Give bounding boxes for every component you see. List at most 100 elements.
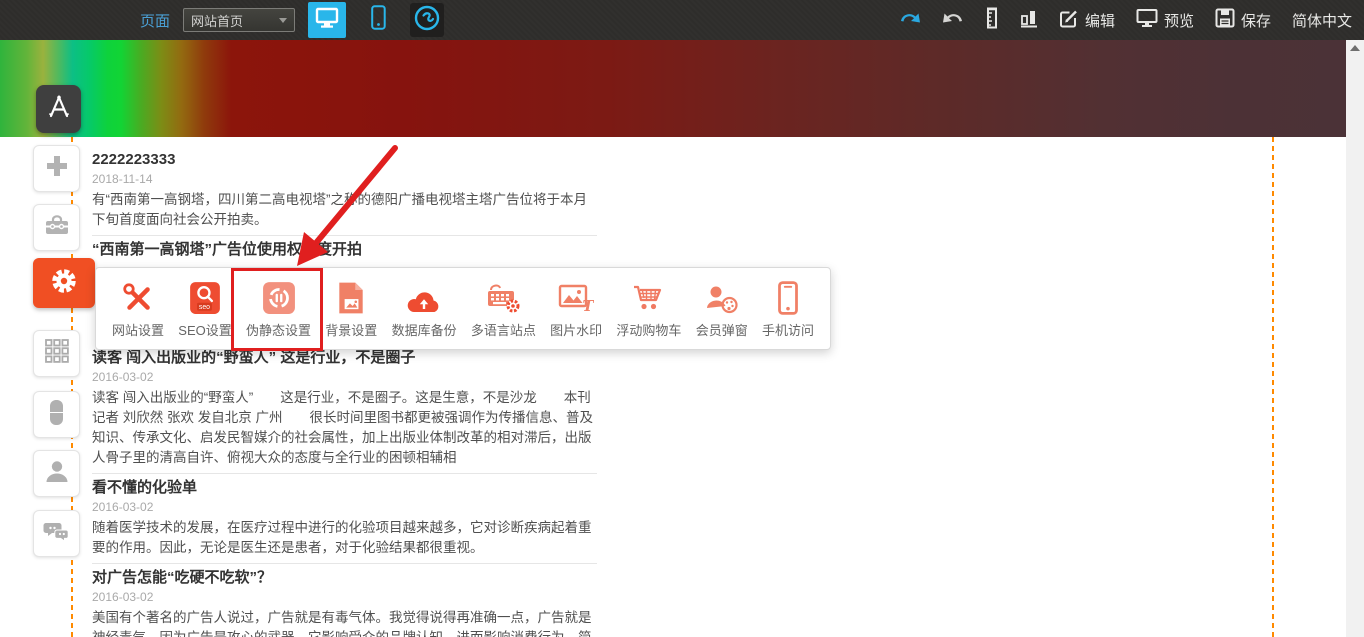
database-backup-icon bbox=[405, 279, 443, 315]
page-label: 页面 bbox=[140, 10, 170, 31]
toolbox-icon bbox=[43, 212, 71, 243]
top-toolbar: 页面 网站首页 bbox=[0, 0, 1364, 40]
save-floppy-icon bbox=[1215, 8, 1235, 32]
popup-item-database-backup[interactable]: 数据库备份 bbox=[392, 279, 457, 339]
sidebar-item-app-market[interactable] bbox=[36, 85, 81, 133]
chevron-down-icon bbox=[279, 18, 287, 23]
article-title: “西南第一高钢塔”广告位使用权首度开拍 bbox=[92, 240, 597, 259]
redo-button[interactable] bbox=[942, 10, 964, 31]
language-selector[interactable]: 简体中文 bbox=[1292, 10, 1352, 31]
popup-item-seo-settings[interactable]: seo SEO设置 bbox=[178, 279, 231, 339]
ruler-button[interactable] bbox=[985, 7, 999, 34]
popup-item-multilanguage-site[interactable]: 多语言站点 bbox=[471, 279, 536, 339]
sidebar-item-toolbox[interactable] bbox=[33, 204, 80, 251]
popup-item-member-popup[interactable]: 会员弹窗 bbox=[696, 279, 748, 339]
ruler-icon bbox=[985, 7, 999, 34]
link-icon bbox=[413, 4, 441, 37]
floating-cart-icon bbox=[631, 279, 667, 315]
article-list: 2222223333 2018-11-14 有“西南第一高钢塔，四川第二高电视塔… bbox=[92, 150, 597, 637]
multilanguage-site-icon bbox=[485, 279, 521, 315]
preview-button[interactable]: 预览 bbox=[1136, 8, 1194, 32]
article-excerpt: 随着医学技术的发展，在医疗过程中进行的化验项目越来越多，它对诊断疾病起着重要的作… bbox=[92, 518, 597, 558]
widgets-clover-icon bbox=[43, 399, 70, 431]
member-person-icon bbox=[44, 458, 70, 489]
bar-chart-icon bbox=[1020, 8, 1038, 33]
popup-item-label: SEO设置 bbox=[178, 320, 231, 339]
page-selector-dropdown[interactable]: 网站首页 bbox=[183, 8, 295, 32]
article-excerpt: 读客 闯入出版业的“野蛮人” 这是行业，不是圈子。这是生意，不是沙龙 本刊记者 … bbox=[92, 388, 597, 468]
popup-item-label: 多语言站点 bbox=[471, 320, 536, 339]
site-banner-image[interactable] bbox=[0, 40, 1346, 137]
divider bbox=[92, 563, 597, 564]
svg-text:T: T bbox=[583, 297, 595, 315]
article-title: 2222223333 bbox=[92, 150, 597, 169]
undo-button[interactable] bbox=[899, 10, 921, 31]
sidebar-item-member[interactable] bbox=[33, 450, 80, 497]
popup-item-label: 浮动购物车 bbox=[616, 320, 681, 339]
article-item-1: 2222223333 2018-11-14 有“西南第一高钢塔，四川第二高电视塔… bbox=[92, 150, 597, 236]
article-date: 2016-03-02 bbox=[92, 370, 597, 384]
preview-label: 预览 bbox=[1164, 10, 1194, 31]
member-popup-icon bbox=[705, 279, 739, 315]
app-market-icon bbox=[45, 93, 73, 126]
mobile-phone-icon bbox=[371, 5, 386, 35]
highlight-box bbox=[231, 268, 323, 351]
redo-icon bbox=[942, 10, 964, 31]
preview-monitor-icon bbox=[1136, 8, 1158, 32]
image-watermark-icon: T bbox=[558, 279, 594, 315]
layout-guide-right bbox=[1272, 137, 1274, 637]
popup-item-label: 会员弹窗 bbox=[696, 320, 748, 339]
seo-settings-icon: seo bbox=[189, 279, 221, 315]
article-item-3: 读客 闯入出版业的“野蛮人” 这是行业，不是圈子 2016-03-02 读客 闯… bbox=[92, 348, 597, 474]
popup-item-label: 背景设置 bbox=[325, 320, 377, 339]
undo-icon bbox=[899, 10, 921, 31]
sidebar-item-settings[interactable] bbox=[33, 258, 95, 308]
desktop-view-button[interactable] bbox=[308, 2, 346, 38]
popup-item-floating-cart[interactable]: 浮动购物车 bbox=[616, 279, 681, 339]
scrollbar[interactable] bbox=[1346, 40, 1364, 637]
article-item-5: 对广告怎能“吃硬不吃软”？ 2016-03-02 美国有个著名的广告人说过，广告… bbox=[92, 568, 597, 637]
sidebar-item-modules[interactable] bbox=[33, 330, 80, 377]
popup-item-label: 数据库备份 bbox=[392, 320, 457, 339]
popup-item-site-settings[interactable]: 网站设置 bbox=[112, 279, 164, 339]
article-excerpt: 美国有个著名的广告人说过，广告就是有毒气体。我觉得说得再准确一点，广告就是神经毒… bbox=[92, 608, 597, 637]
sidebar-item-add-module[interactable] bbox=[33, 145, 80, 192]
article-title: 读客 闯入出版业的“野蛮人” 这是行业，不是圈子 bbox=[92, 348, 597, 367]
edit-label: 编辑 bbox=[1085, 10, 1115, 31]
article-excerpt: 有“西南第一高钢塔，四川第二高电视塔”之称的德阳广播电视塔主塔广告位将于本月下旬… bbox=[92, 190, 597, 230]
sidebar-item-chat[interactable] bbox=[33, 510, 80, 557]
background-settings-icon bbox=[336, 279, 366, 315]
stats-button[interactable] bbox=[1020, 8, 1038, 33]
popup-item-label: 图片水印 bbox=[550, 320, 602, 339]
article-date: 2016-03-02 bbox=[92, 500, 597, 514]
article-item-4: 看不懂的化验单 2016-03-02 随着医学技术的发展，在医疗过程中进行的化验… bbox=[92, 478, 597, 564]
edit-pencil-icon bbox=[1059, 8, 1079, 32]
settings-gear-icon bbox=[49, 266, 79, 301]
edit-button[interactable]: 编辑 bbox=[1059, 8, 1115, 32]
mobile-view-button[interactable] bbox=[359, 2, 397, 38]
article-date: 2016-03-02 bbox=[92, 590, 597, 604]
popup-item-background-settings[interactable]: 背景设置 bbox=[325, 279, 377, 339]
settings-popup: 网站设置 seo SEO设置 伪静态设置 背景设置 数据库备份 多语言站点 T bbox=[95, 267, 831, 350]
popup-item-label: 手机访问 bbox=[762, 320, 814, 339]
svg-text:seo: seo bbox=[199, 304, 210, 311]
language-label: 简体中文 bbox=[1292, 10, 1352, 31]
popup-item-image-watermark[interactable]: T 图片水印 bbox=[550, 279, 602, 339]
page-link-button[interactable] bbox=[410, 3, 444, 37]
add-module-icon bbox=[44, 153, 70, 184]
save-button[interactable]: 保存 bbox=[1215, 8, 1271, 32]
article-title: 对广告怎能“吃硬不吃软”？ bbox=[92, 568, 597, 587]
scroll-up-icon[interactable] bbox=[1350, 45, 1360, 51]
article-title: 看不懂的化验单 bbox=[92, 478, 597, 497]
sidebar-item-widgets[interactable] bbox=[33, 391, 80, 438]
mobile-access-icon bbox=[777, 279, 799, 315]
article-date: 2018-11-14 bbox=[92, 172, 597, 186]
chat-bubbles-icon bbox=[43, 519, 71, 549]
page-selector-value: 网站首页 bbox=[191, 11, 279, 30]
popup-item-label: 网站设置 bbox=[112, 320, 164, 339]
modules-grid-icon bbox=[44, 338, 70, 369]
site-settings-icon bbox=[121, 279, 155, 315]
desktop-monitor-icon bbox=[315, 7, 339, 34]
divider bbox=[92, 235, 597, 236]
popup-item-mobile-access[interactable]: 手机访问 bbox=[762, 279, 814, 339]
